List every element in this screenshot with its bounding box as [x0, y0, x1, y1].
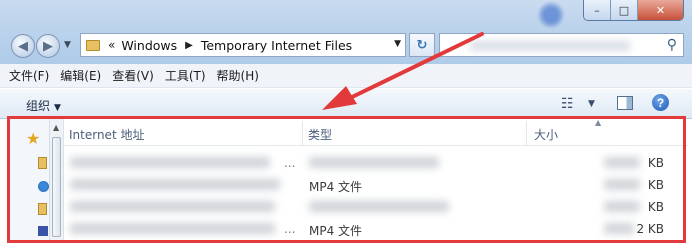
size-cell-blurred	[604, 157, 640, 168]
column-header-type[interactable]: 类型	[308, 126, 332, 143]
breadcrumb-separator-icon[interactable]: ▶	[185, 40, 193, 51]
type-cell: MP4 文件	[309, 180, 363, 194]
address-cell-blurred	[70, 157, 270, 168]
menu-help[interactable]: 帮助(H)	[217, 67, 259, 84]
library-icon[interactable]	[38, 226, 48, 236]
column-headers: Internet 地址 类型 大小 ▲	[64, 118, 688, 146]
back-arrow-icon: ◀	[18, 38, 28, 54]
type-cell-blurred	[309, 157, 439, 168]
maximize-button[interactable]: □	[611, 0, 638, 20]
column-header-size[interactable]: 大小	[534, 126, 558, 143]
menu-file[interactable]: 文件(F)	[9, 67, 49, 84]
address-dropdown-icon[interactable]: ▼	[394, 39, 401, 49]
background-logo-mark	[538, 2, 564, 28]
folder-icon[interactable]	[38, 157, 47, 169]
chevron-down-icon: ▼	[54, 103, 61, 113]
menu-edit[interactable]: 编辑(E)	[60, 67, 101, 84]
sort-ascending-icon: ▲	[595, 118, 602, 127]
address-cell-blurred	[70, 201, 275, 212]
address-ellipsis: ...	[284, 156, 296, 170]
breadcrumb-windows[interactable]: Windows	[121, 38, 177, 53]
help-icon[interactable]: ?	[652, 94, 669, 111]
column-header-address[interactable]: Internet 地址	[69, 126, 144, 143]
scroll-up-icon[interactable]: ▲	[53, 123, 59, 132]
size-cell: KB	[647, 156, 664, 170]
address-ellipsis: ...	[284, 222, 296, 236]
address-cell-blurred	[70, 223, 275, 234]
favorites-star-icon[interactable]: ★	[26, 129, 40, 148]
column-divider[interactable]	[526, 121, 527, 146]
table-row[interactable]: ... KB	[64, 153, 688, 173]
table-row[interactable]: ... MP4 文件 2 KB	[64, 219, 688, 239]
address-bar[interactable]: « Windows ▶ Temporary Internet Files ▼	[80, 33, 406, 57]
type-cell: MP4 文件	[309, 224, 363, 238]
scroll-thumb[interactable]	[52, 137, 61, 237]
type-cell-blurred	[309, 201, 449, 212]
search-placeholder-blurred	[470, 41, 630, 51]
window-controls: – □ ✕	[583, 0, 684, 21]
view-options-dropdown[interactable]: ▼	[588, 99, 595, 109]
size-cell: 2 KB	[636, 222, 664, 236]
breadcrumb-temporary-internet-files[interactable]: Temporary Internet Files	[201, 38, 352, 53]
size-cell-blurred	[604, 223, 634, 234]
minimize-button[interactable]: –	[584, 0, 611, 20]
size-cell: KB	[647, 178, 664, 192]
menu-view[interactable]: 查看(V)	[112, 67, 154, 84]
size-cell-blurred	[604, 201, 640, 212]
address-cell-blurred	[70, 179, 280, 190]
search-icon[interactable]: ⚲	[667, 37, 677, 53]
folder-icon[interactable]	[38, 203, 47, 215]
table-row[interactable]: KB	[64, 197, 688, 217]
size-cell: KB	[647, 200, 664, 214]
command-bar: 组织 ▼ ☷ ▼ ?	[0, 89, 692, 119]
size-cell-blurred	[604, 179, 640, 190]
refresh-button[interactable]: ↻	[409, 33, 435, 57]
content-area: ★ ▲ Internet 地址 类型 大小 ▲ ... KB MP4 文件 KB…	[0, 118, 692, 243]
back-button[interactable]: ◀	[11, 34, 35, 58]
organize-button[interactable]: 组织 ▼	[26, 97, 61, 114]
forward-button[interactable]: ▶	[36, 34, 60, 58]
nav-pane-scrollbar[interactable]: ▲	[50, 119, 64, 243]
column-divider[interactable]	[302, 121, 303, 146]
search-input[interactable]: ⚲	[439, 33, 684, 57]
forward-arrow-icon: ▶	[43, 38, 53, 54]
table-row[interactable]: MP4 文件 KB	[64, 175, 688, 195]
preview-pane-icon[interactable]	[617, 96, 633, 110]
internet-explorer-icon[interactable]	[38, 181, 49, 192]
close-button[interactable]: ✕	[638, 0, 683, 20]
refresh-icon: ↻	[416, 37, 428, 53]
organize-label: 组织	[26, 99, 51, 113]
breadcrumb-overflow-chevron[interactable]: «	[108, 38, 115, 52]
recent-pages-dropdown[interactable]: ▼	[64, 40, 71, 50]
navigation-pane: ★	[8, 119, 50, 243]
folder-icon	[86, 39, 100, 51]
menu-tools[interactable]: 工具(T)	[165, 67, 206, 84]
view-options-icon[interactable]: ☷	[561, 96, 574, 112]
menu-bar: 文件(F) 编辑(E) 查看(V) 工具(T) 帮助(H)	[0, 64, 692, 88]
